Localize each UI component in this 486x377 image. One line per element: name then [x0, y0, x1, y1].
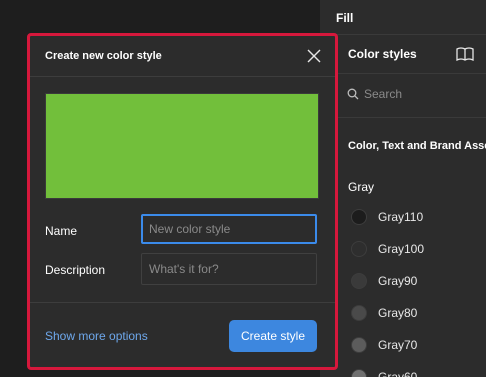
color-style-label: Gray70: [378, 338, 418, 352]
close-icon[interactable]: [306, 48, 322, 64]
color-swatch-dot: [351, 241, 367, 257]
design-side-panel: Fill Color styles Color, Text and Brand …: [320, 0, 486, 377]
color-styles-title: Color styles: [348, 47, 417, 61]
style-subgroup-title[interactable]: Gray: [348, 180, 374, 194]
color-swatch-dot: [351, 337, 367, 353]
color-preview-swatch[interactable]: [45, 93, 319, 199]
fill-section-header: Fill: [320, 0, 486, 35]
color-swatch-dot: [351, 369, 367, 377]
name-label: Name: [45, 224, 78, 238]
color-style-item[interactable]: Gray60: [348, 366, 486, 377]
dialog-header-divider: [30, 76, 335, 77]
style-name-input[interactable]: [141, 214, 317, 244]
description-label: Description: [45, 263, 106, 277]
color-style-label: Gray90: [378, 274, 418, 288]
panel-divider: [320, 117, 486, 118]
search-icon: [347, 88, 359, 100]
color-style-item[interactable]: Gray70: [348, 334, 486, 358]
panel-divider: [320, 73, 486, 74]
color-style-item[interactable]: Gray110: [348, 206, 486, 230]
color-style-item[interactable]: Gray100: [348, 238, 486, 262]
styles-search-input[interactable]: [364, 85, 474, 103]
color-style-label: Gray80: [378, 306, 418, 320]
create-style-button[interactable]: Create style: [229, 320, 317, 352]
color-style-label: Gray100: [378, 242, 425, 256]
dialog-footer-divider: [30, 302, 335, 303]
color-swatch-dot: [351, 273, 367, 289]
style-group-title[interactable]: Color, Text and Brand Assets: [348, 140, 486, 152]
color-style-item[interactable]: Gray80: [348, 302, 486, 326]
color-style-label: Gray110: [378, 210, 424, 224]
create-color-style-dialog: Create new color style Name Description …: [27, 33, 338, 370]
library-book-icon[interactable]: [456, 46, 474, 62]
style-description-input[interactable]: [141, 253, 317, 285]
show-more-options-link[interactable]: Show more options: [45, 329, 148, 343]
color-style-label: Gray60: [378, 370, 418, 377]
dialog-title: Create new color style: [45, 50, 162, 62]
color-style-item[interactable]: Gray90: [348, 270, 486, 294]
fill-section-title: Fill: [336, 11, 354, 25]
color-swatch-dot: [351, 209, 367, 225]
color-swatch-dot: [351, 305, 367, 321]
